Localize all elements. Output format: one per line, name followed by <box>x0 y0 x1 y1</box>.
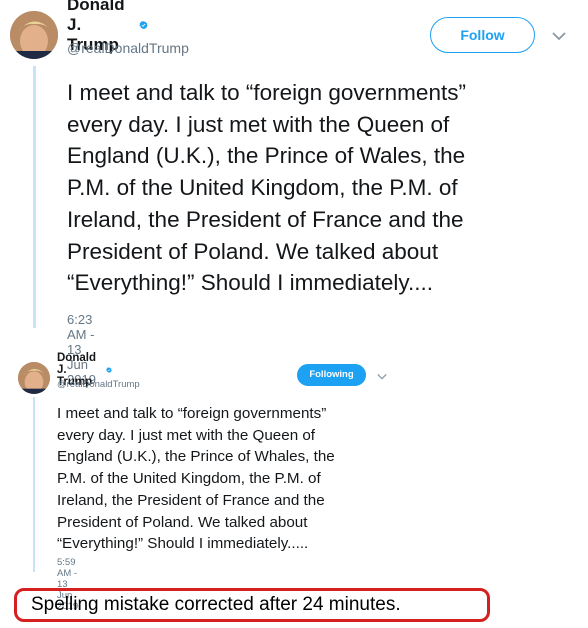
chevron-down-icon[interactable] <box>377 373 387 380</box>
avatar[interactable] <box>10 11 58 59</box>
author-row: Donald J. Trump <box>67 0 148 54</box>
follow-button[interactable]: Follow <box>430 17 535 53</box>
avatar-image <box>10 11 58 59</box>
handle[interactable]: @realDonaldTrump <box>67 40 189 56</box>
caption-text: Spelling mistake corrected after 24 minu… <box>31 594 401 615</box>
caption-box: Spelling mistake corrected after 24 minu… <box>14 588 490 622</box>
verified-badge-icon <box>138 21 148 30</box>
thread-line <box>33 397 35 572</box>
following-button[interactable]: Following <box>297 364 366 386</box>
handle[interactable]: @realDonaldTrump <box>57 379 140 390</box>
author-row: Donald J. Trump <box>57 352 112 388</box>
tweet-text: I meet and talk to “foreign governments”… <box>67 80 466 296</box>
avatar[interactable] <box>18 362 50 394</box>
tweet-text: I meet and talk to “foreign governments”… <box>57 405 335 553</box>
verified-badge-icon <box>106 367 112 373</box>
thread-line <box>33 66 36 328</box>
avatar-image <box>18 362 50 394</box>
chevron-down-icon[interactable] <box>552 31 566 41</box>
